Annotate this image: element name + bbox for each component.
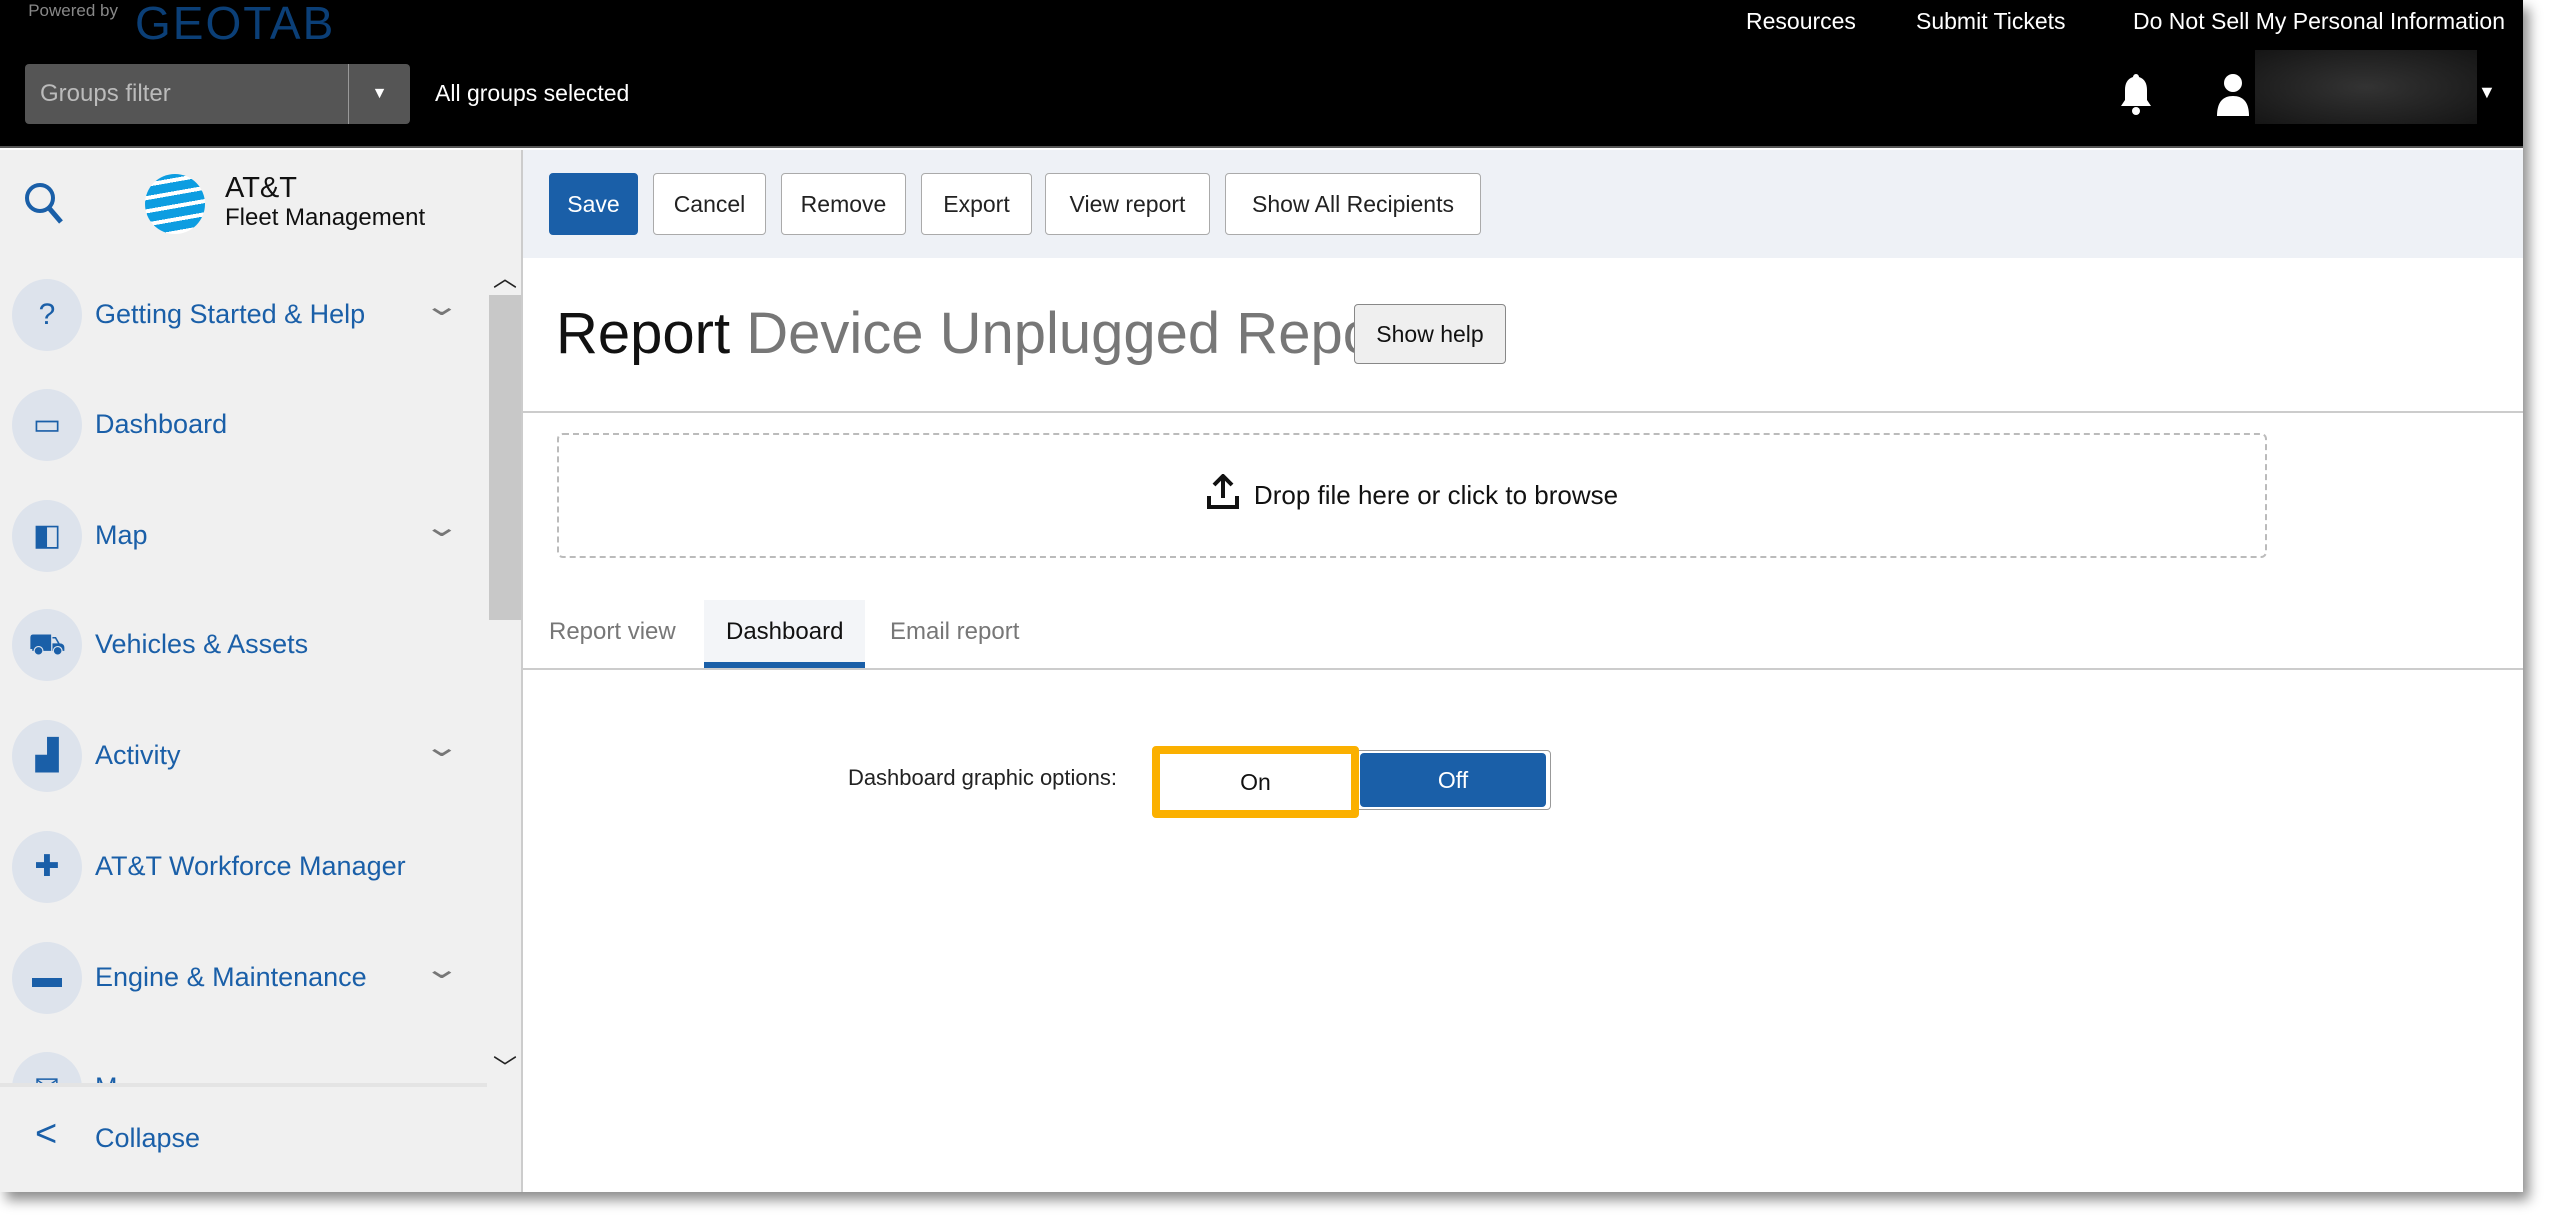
submit-tickets-link[interactable]: Submit Tickets bbox=[1916, 8, 2066, 35]
engine-icon: ▬ bbox=[12, 942, 82, 1014]
sidebar-item-getting-started[interactable]: ? Getting Started & Help ⌄ bbox=[0, 265, 487, 365]
sidebar: AT&T Fleet Management ? Getting Started &… bbox=[0, 150, 523, 1192]
tab-dashboard[interactable]: Dashboard bbox=[704, 600, 866, 668]
tab-email-report[interactable]: Email report bbox=[868, 600, 1041, 668]
sidebar-item-label: Engine & Maintenance bbox=[95, 962, 367, 992]
sidebar-item-label: Vehicles & Assets bbox=[95, 629, 309, 659]
dropzone-text: Drop file here or click to browse bbox=[1253, 480, 1619, 510]
scroll-down-icon[interactable]: ﹀ bbox=[493, 1048, 517, 1083]
user-name-redacted bbox=[2255, 50, 2477, 124]
groups-status: All groups selected bbox=[435, 80, 630, 106]
top-bar: Powered by GEOTAB Groups filter ▼ All gr… bbox=[0, 0, 2523, 148]
powered-by-text: Powered by bbox=[28, 1, 118, 20]
user-icon[interactable] bbox=[2215, 72, 2251, 116]
chevron-down-icon[interactable]: ⌄ bbox=[423, 289, 461, 322]
activity-chart-icon: ▟ bbox=[12, 720, 82, 792]
dashboard-graphic-options-label: Dashboard graphic options: bbox=[847, 765, 1117, 790]
logo-line2: Fleet Management bbox=[225, 204, 426, 231]
logo-line1: AT&T bbox=[225, 172, 297, 204]
sidebar-item-map[interactable]: ◧ Map ⌄ bbox=[0, 486, 487, 586]
geotab-logo: GEOTAB bbox=[135, 0, 336, 49]
truck-icon: ⛟ bbox=[12, 609, 82, 681]
file-dropzone[interactable]: Drop file here or click to browse bbox=[557, 433, 2267, 558]
collapse-button[interactable]: < Collapse bbox=[0, 1083, 487, 1192]
search-icon[interactable] bbox=[22, 180, 66, 226]
map-icon: ◧ bbox=[12, 500, 82, 572]
sidebar-item-label: Activity bbox=[95, 740, 181, 770]
tab-report-view[interactable]: Report view bbox=[527, 600, 698, 668]
chevron-down-icon[interactable]: ⌄ bbox=[423, 510, 461, 543]
sidebar-item-workforce-manager[interactable]: ✚ AT&T Workforce Manager bbox=[0, 817, 487, 917]
report-name: Device Unplugged Report bbox=[746, 301, 1411, 366]
sidebar-item-label: Getting Started & Help bbox=[95, 299, 366, 329]
dashboard-icon: ▭ bbox=[12, 389, 82, 461]
tabs-divider bbox=[523, 668, 2523, 670]
save-button[interactable]: Save bbox=[549, 173, 638, 235]
chevron-down-icon[interactable]: ⌄ bbox=[423, 730, 461, 763]
cancel-button[interactable]: Cancel bbox=[653, 173, 766, 235]
sidebar-item-label: Map bbox=[95, 520, 148, 550]
att-globe-logo bbox=[145, 174, 205, 234]
groups-filter-dropdown-button[interactable]: ▼ bbox=[348, 64, 410, 124]
app-window: Powered by GEOTAB Groups filter ▼ All gr… bbox=[0, 0, 2523, 1192]
sidebar-item-label: Dashboard bbox=[95, 409, 228, 439]
sidebar-scrollbar[interactable] bbox=[489, 295, 521, 620]
toolbar: Save Cancel Remove Export View report Sh… bbox=[523, 150, 2523, 258]
puzzle-icon: ✚ bbox=[12, 831, 82, 903]
bell-icon[interactable] bbox=[2118, 72, 2154, 116]
divider bbox=[523, 411, 2523, 413]
chevron-left-icon: < bbox=[35, 1113, 58, 1155]
user-menu-caret-icon[interactable]: ▼ bbox=[2478, 82, 2496, 103]
do-not-sell-link[interactable]: Do Not Sell My Personal Information bbox=[2133, 8, 2505, 35]
help-icon: ? bbox=[12, 279, 82, 351]
export-button[interactable]: Export bbox=[921, 173, 1032, 235]
sidebar-item-engine[interactable]: ▬ Engine & Maintenance ⌄ bbox=[0, 928, 487, 1028]
show-all-recipients-button[interactable]: Show All Recipients bbox=[1225, 173, 1481, 235]
toggle-off-button[interactable]: Off bbox=[1360, 753, 1546, 807]
view-report-button[interactable]: View report bbox=[1045, 173, 1210, 235]
sidebar-item-dashboard[interactable]: ▭ Dashboard bbox=[0, 375, 487, 475]
show-help-button[interactable]: Show help bbox=[1354, 304, 1506, 364]
upload-icon bbox=[1206, 473, 1239, 509]
remove-button[interactable]: Remove bbox=[781, 173, 906, 235]
toggle-on-button[interactable]: On bbox=[1152, 746, 1359, 818]
chevron-down-icon[interactable]: ⌄ bbox=[423, 952, 461, 985]
sidebar-item-label: AT&T Workforce Manager bbox=[95, 851, 406, 881]
scroll-up-icon[interactable]: ︿ bbox=[493, 258, 517, 293]
sidebar-item-activity[interactable]: ▟ Activity ⌄ bbox=[0, 706, 487, 806]
collapse-label: Collapse bbox=[95, 1123, 201, 1153]
groups-filter-input[interactable]: Groups filter ▼ bbox=[25, 64, 410, 124]
title-prefix: Report bbox=[556, 301, 731, 366]
page-title: Report Device Unplugged Report bbox=[556, 300, 1410, 367]
groups-filter-placeholder: Groups filter bbox=[40, 80, 171, 107]
sidebar-item-vehicles[interactable]: ⛟ Vehicles & Assets bbox=[0, 595, 487, 695]
resources-link[interactable]: Resources bbox=[1746, 8, 1856, 35]
